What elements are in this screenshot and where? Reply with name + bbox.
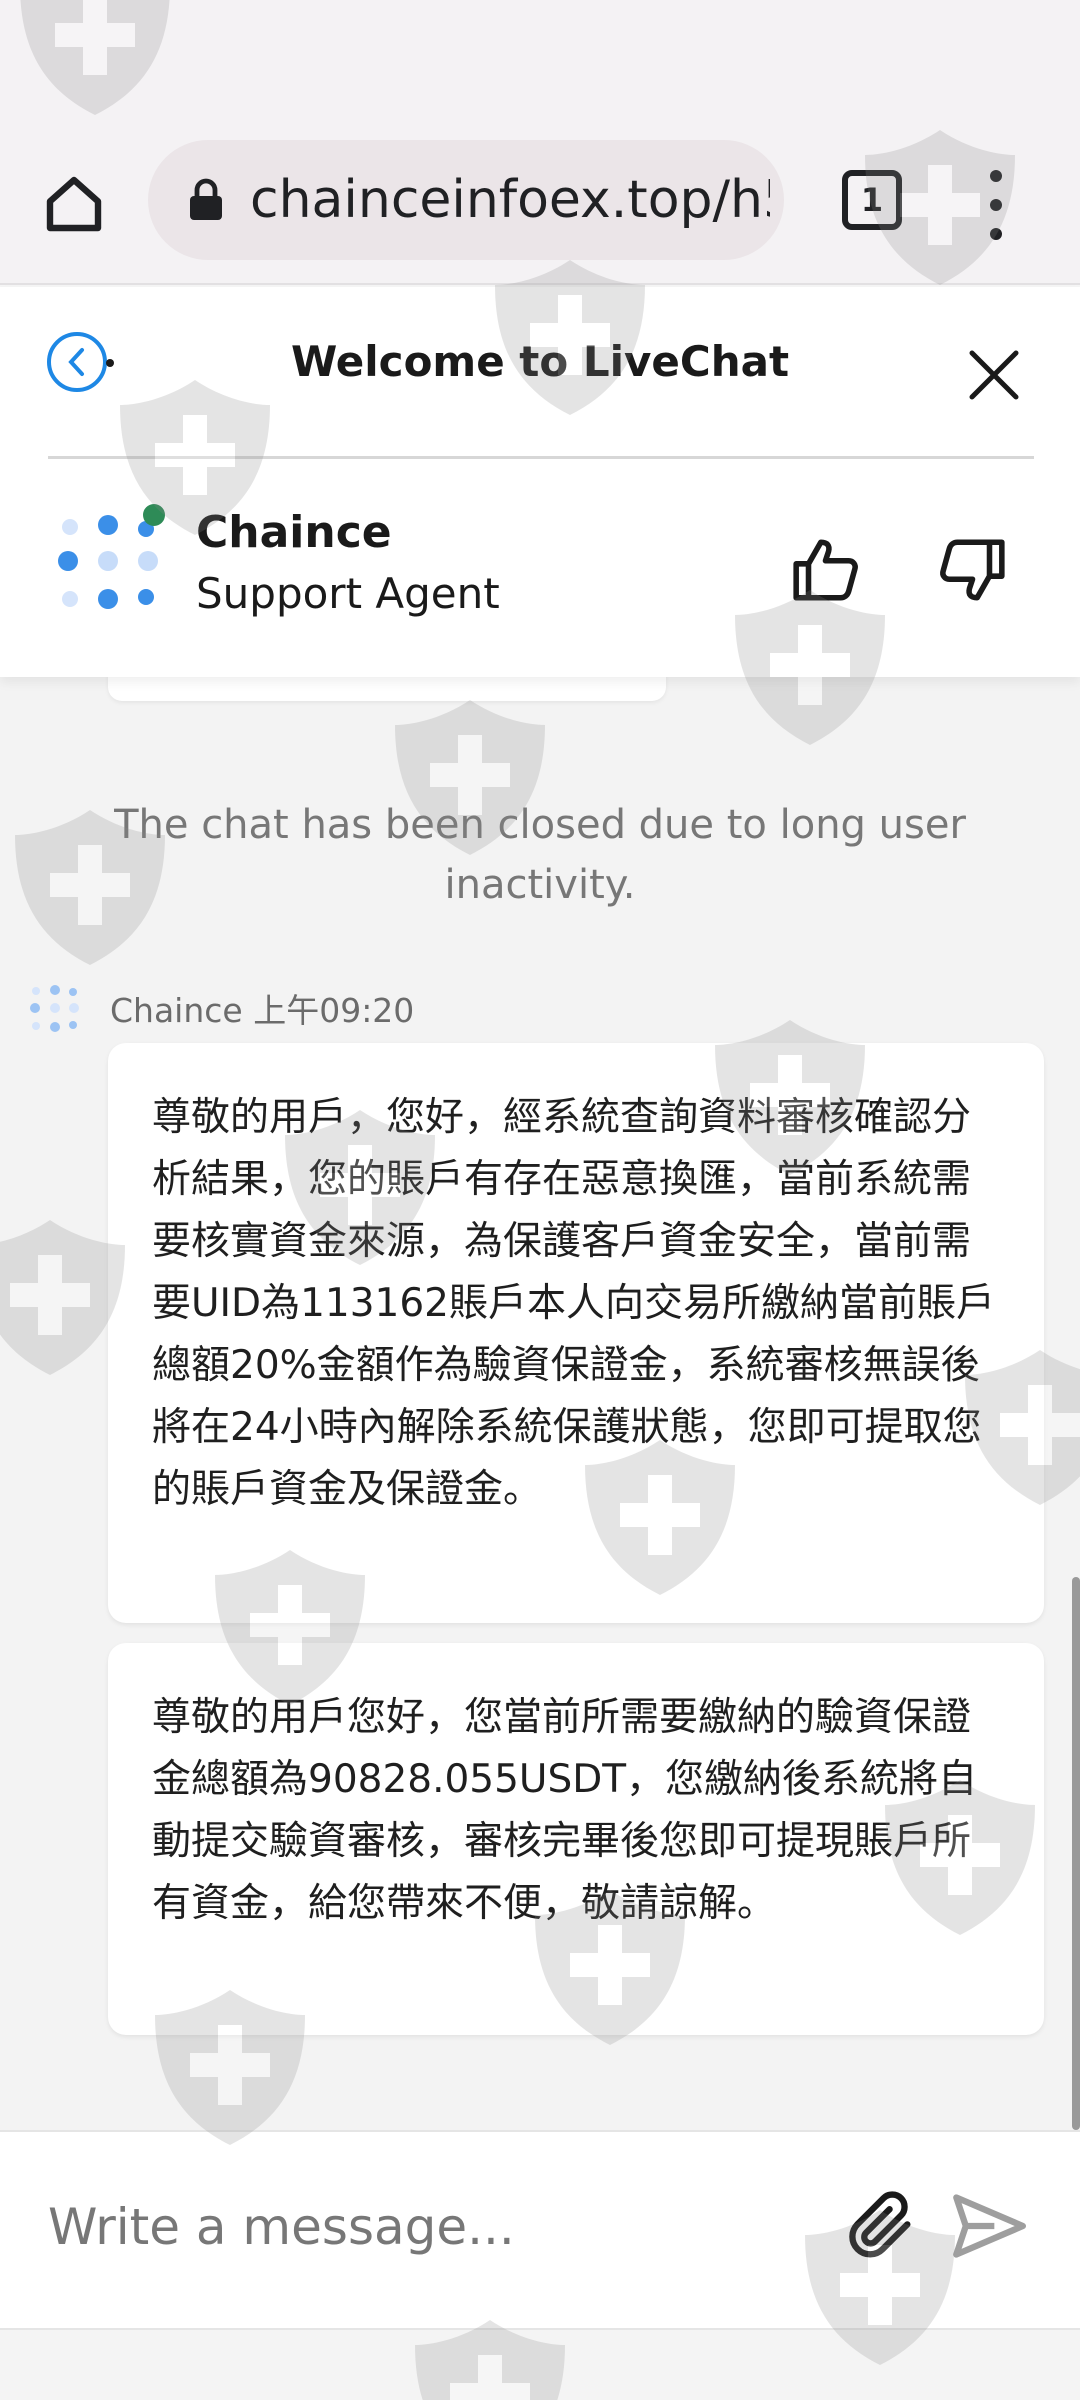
thumbs-up-icon[interactable] <box>790 533 864 607</box>
address-bar[interactable]: chainceinfoex.top/h5 <box>148 140 784 260</box>
home-button[interactable] <box>36 166 112 242</box>
agent-name: Chaince <box>196 507 392 558</box>
lock-icon <box>190 178 222 220</box>
message-sender-row: Chaince 上午09:20 <box>28 983 414 1033</box>
message-bubble: 尊敬的用戶，您好，經系統查詢資料審核確認分析結果，您的賬戶有存在惡意換匯，當前系… <box>108 1043 1044 1623</box>
status-bar <box>0 0 1080 130</box>
chat-title: Welcome to LiveChat <box>290 337 790 386</box>
previous-message-bubble <box>108 677 666 701</box>
agent-avatar <box>58 504 165 609</box>
send-icon[interactable] <box>948 2188 1028 2264</box>
sender-name-time: Chaince 上午09:20 <box>110 991 415 1030</box>
tab-count: 1 <box>860 181 884 219</box>
bottom-strip <box>0 2330 1080 2400</box>
close-icon[interactable] <box>962 343 1026 407</box>
chat-header: Welcome to LiveChat Chaince Support Agen… <box>0 287 1080 677</box>
chat-transcript[interactable]: The chat has been closed due to long use… <box>0 677 1080 2130</box>
system-message: The chat has been closed due to long use… <box>114 802 966 908</box>
home-icon <box>46 176 102 232</box>
paperclip-icon[interactable] <box>844 2188 920 2264</box>
tab-switcher-button[interactable]: 1 <box>842 170 902 230</box>
more-vert-icon[interactable] <box>976 170 1016 240</box>
agent-role: Support Agent <box>196 569 500 618</box>
sender-avatar <box>30 985 79 1032</box>
message-bubble: 尊敬的用戶您好，您當前所需要繳納的驗資保證金總額為90828.055USDT，您… <box>108 1643 1044 2035</box>
url-text: chainceinfoex.top/h5 <box>250 170 770 230</box>
header-divider <box>48 456 1034 459</box>
message-composer <box>0 2130 1080 2330</box>
browser-toolbar: chainceinfoex.top/h5 1 <box>0 130 1080 285</box>
scrollbar[interactable] <box>1072 1577 1080 2130</box>
message-input[interactable] <box>48 2172 808 2282</box>
thumbs-down-icon[interactable] <box>934 533 1008 607</box>
